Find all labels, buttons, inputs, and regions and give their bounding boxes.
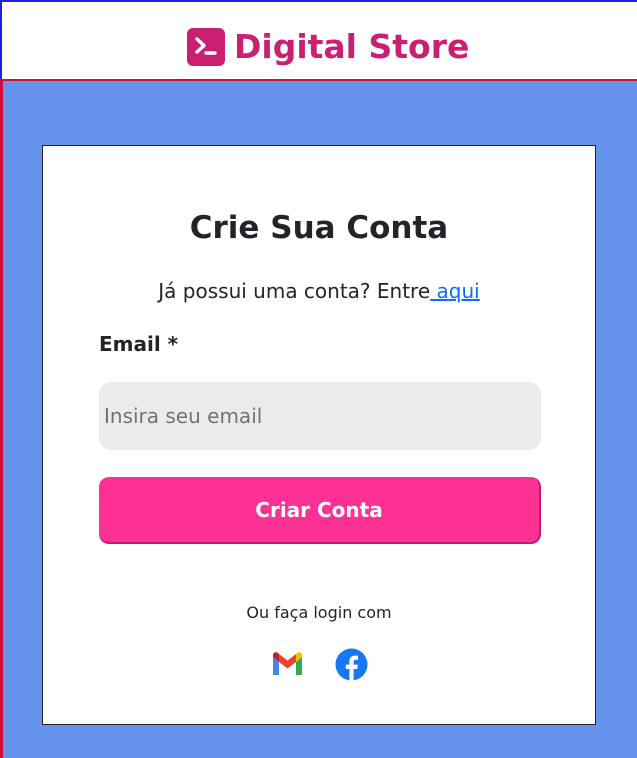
- login-prompt: Já possui uma conta? Entre aqui: [43, 279, 595, 303]
- login-link[interactable]: aqui: [430, 279, 480, 303]
- email-field[interactable]: [99, 382, 541, 450]
- facebook-icon[interactable]: [335, 648, 368, 681]
- signup-card: Crie Sua Conta Já possui uma conta? Entr…: [42, 145, 596, 725]
- social-login-row: [271, 647, 368, 681]
- logo-text: Digital Store: [234, 27, 470, 66]
- logo[interactable]: Digital Store: [187, 25, 469, 69]
- site-header: Digital Store: [0, 0, 637, 80]
- email-label: Email *: [99, 332, 179, 356]
- create-account-button[interactable]: Criar Conta: [99, 477, 541, 544]
- gmail-icon[interactable]: [271, 648, 304, 681]
- social-login-caption: Ou faça login com: [246, 603, 392, 622]
- terminal-icon: [187, 28, 225, 66]
- login-prompt-text: Já possui uma conta? Entre: [158, 279, 431, 303]
- page-title: Crie Sua Conta: [189, 210, 449, 246]
- page: Digital Store Crie Sua Conta Já possui u…: [0, 0, 637, 758]
